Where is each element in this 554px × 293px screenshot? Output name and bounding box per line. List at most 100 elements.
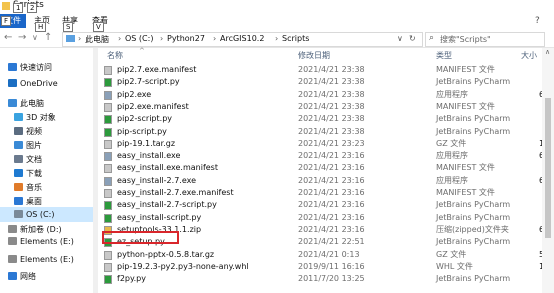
up-arrow-icon[interactable]: ↑ — [44, 32, 52, 43]
manifest-icon — [104, 102, 112, 112]
breadcrumb-scripts[interactable]: Scripts — [282, 34, 309, 43]
sidebar-item-documents[interactable]: 文档 — [0, 152, 93, 167]
column-header-type[interactable]: 类型 — [436, 50, 452, 61]
qat-key-1[interactable]: 1 — [13, 3, 24, 13]
selection-highlight-box — [102, 231, 179, 244]
title-bar: Scripts 1 2 — [0, 0, 554, 13]
column-header-name[interactable]: 名称 — [107, 50, 123, 61]
file-row[interactable]: pip2.7-script.py 2021/4/21 23:38 JetBrains… — [99, 76, 547, 88]
file-date: 2019/9/11 16:16 — [298, 261, 365, 271]
cloud-icon — [8, 79, 17, 87]
scroll-thumb[interactable] — [545, 98, 551, 238]
sidebar-item-videos[interactable]: 视频 — [0, 124, 93, 139]
file-type: MANIFEST 文件 — [436, 101, 495, 111]
file-row[interactable]: easy_install.exe2021/4/21 23:16应用程序6 — [99, 150, 547, 162]
file-type: JetBrains PyCharm — [436, 126, 511, 136]
star-icon — [8, 63, 17, 71]
file-type: GZ 文件 — [436, 249, 467, 259]
breadcrumb-arcgis[interactable]: ArcGIS10.2 — [220, 34, 264, 43]
file-date: 2021/4/21 23:38 — [298, 101, 365, 111]
sidebar-item-label: Elements (E:) — [20, 255, 74, 264]
sidebar-item-os-c[interactable]: OS (C:) — [0, 207, 93, 222]
file-row[interactable]: python-pptx-0.5.8.tar.gz 2021/4/21 0:13 GZ… — [99, 249, 554, 261]
sidebar-item-onedrive[interactable]: OneDrive — [0, 76, 93, 91]
picture-icon — [14, 141, 23, 149]
exe-icon — [104, 176, 112, 186]
pycharm-icon — [104, 127, 112, 137]
file-date: 2021/4/21 23:16 — [298, 224, 365, 234]
file-name: easy_install-script.py — [117, 212, 202, 222]
file-row[interactable]: pip2.7.exe.manifest 2021/4/21 23:38 MANIFE… — [99, 64, 547, 76]
file-name: pip2.7-script.py — [117, 77, 180, 87]
file-row[interactable]: f2py.py 2011/7/20 13:25 JetBrains PyCharm — [99, 273, 547, 285]
sidebar-item-quick-access[interactable]: 快速访问 — [0, 60, 93, 75]
drive-icon — [8, 255, 17, 263]
file-row[interactable]: easy_install-script.py 2021/4/21 23:16 Jet… — [99, 212, 547, 224]
ribbon-tabs: 文件 F 主页 H 共享 S 查看 V ? — [0, 13, 554, 32]
file-date: 2021/4/21 23:16 — [298, 175, 365, 185]
help-icon[interactable]: ? — [535, 16, 540, 26]
manifest-icon — [104, 189, 112, 198]
search-box[interactable]: ⌕ 搜索"Scripts" — [425, 32, 545, 47]
sidebar-item-label: 3D 对象 — [26, 113, 56, 122]
file-date: 2021/4/21 23:16 — [298, 212, 365, 222]
file-row[interactable]: pip2.exe2021/4/21 23:38应用程序6 — [99, 89, 547, 101]
address-dropdown-icon[interactable]: ∨ — [397, 34, 403, 43]
column-header-size[interactable]: 大小 — [521, 50, 537, 61]
file-row[interactable]: pip2-script.py 2021/4/21 23:38 JetBrains P… — [99, 113, 547, 125]
file-row[interactable]: easy_install-2.7.exe.manifest 2021/4/21 2… — [99, 187, 547, 199]
forward-arrow-icon[interactable]: → — [18, 32, 26, 43]
column-header-date[interactable]: 修改日期 — [298, 50, 330, 61]
refresh-icon[interactable]: ↻ — [409, 34, 416, 43]
qat-key-2[interactable]: 2 — [27, 3, 38, 13]
sidebar-item-label: 音乐 — [26, 183, 42, 192]
manifest-icon — [104, 164, 112, 174]
file-row[interactable]: easy_install-2.7.exe2021/4/21 23:16应用程序6 — [99, 175, 547, 187]
drive-icon — [14, 210, 23, 218]
cube-icon — [14, 113, 23, 121]
sidebar-item-music[interactable]: 音乐 — [0, 180, 93, 195]
file-name: pip-19.1.tar.gz — [117, 138, 176, 148]
recent-dropdown-icon[interactable]: ∨ — [32, 33, 38, 42]
manifest-icon — [104, 66, 112, 75]
whl-icon — [104, 262, 112, 272]
drive-icon — [8, 237, 17, 245]
file-name: easy_install.exe.manifest — [117, 163, 218, 173]
address-box[interactable]: › 此电脑 › OS (C:) › Python27 › ArcGIS10.2 … — [62, 32, 423, 47]
file-type: JetBrains PyCharm — [436, 114, 511, 124]
breadcrumb-python27[interactable]: Python27 — [167, 34, 205, 43]
file-type: JetBrains PyCharm — [436, 274, 511, 284]
file-row[interactable]: pip2.exe.manifest 2021/4/21 23:38 MANIFEST… — [99, 101, 547, 113]
file-date: 2011/7/20 13:25 — [298, 274, 365, 284]
file-row[interactable]: pip-script.py 2021/4/21 23:38 JetBrains Py… — [99, 126, 547, 138]
file-key: F — [1, 16, 12, 26]
sidebar-item-downloads[interactable]: 下载 — [0, 166, 93, 181]
sidebar-item-label: OS (C:) — [26, 210, 55, 219]
scroll-up-icon[interactable]: ∧ — [545, 48, 550, 56]
file-row[interactable]: pip-19.1.tar.gz2021/4/21 23:23GZ 文件1,30 — [99, 138, 554, 150]
sidebar-item-pictures[interactable]: 图片 — [0, 138, 93, 153]
file-date: 2021/4/21 23:16 — [298, 188, 365, 197]
document-icon — [14, 155, 23, 163]
file-list-scrollbar[interactable]: ∧ — [542, 48, 554, 293]
navigation-pane-scrollbar[interactable] — [93, 48, 98, 293]
file-name: pip-19.2.3-py2.py3-none-any.whl — [117, 261, 249, 271]
sidebar-item-label: 快速访问 — [20, 63, 52, 72]
pycharm-icon — [104, 201, 112, 211]
sidebar-item-elements-e[interactable]: Elements (E:) — [0, 234, 93, 249]
file-row[interactable]: pip-19.2.3-py2.py3-none-any.whl 2019/9/11… — [99, 261, 554, 273]
back-arrow-icon[interactable]: ← — [4, 32, 12, 43]
sidebar-item-3d-objects[interactable]: 3D 对象 — [0, 110, 93, 125]
breadcrumb-this-pc[interactable]: 此电脑 — [85, 34, 109, 45]
pycharm-icon — [104, 213, 112, 223]
sidebar-item-elements-e-2[interactable]: Elements (E:) — [0, 252, 93, 267]
pycharm-icon — [104, 115, 112, 125]
file-row[interactable]: easy_install-2.7-script.py 2021/4/21 23:1… — [99, 199, 547, 211]
sidebar-item-network[interactable]: 网络 — [0, 269, 93, 284]
breadcrumb-os-c[interactable]: OS (C:) — [125, 34, 153, 43]
file-row[interactable]: easy_install.exe.manifest 2021/4/21 23:16… — [99, 162, 547, 174]
file-type: JetBrains PyCharm — [436, 77, 511, 87]
file-date: 2021/4/21 23:38 — [298, 77, 365, 87]
search-icon: ⌕ — [429, 33, 435, 43]
sidebar-item-this-pc[interactable]: 此电脑 — [0, 96, 93, 111]
